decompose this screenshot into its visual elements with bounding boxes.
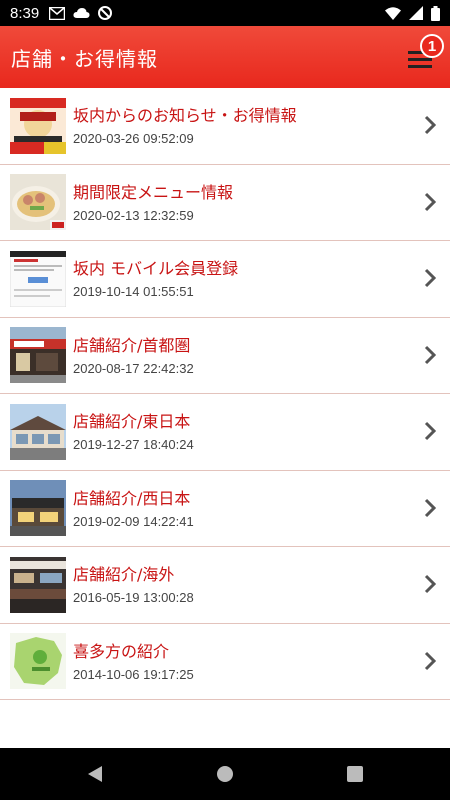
status-bar: 8:39 (0, 0, 450, 26)
chevron-right-icon (424, 268, 436, 288)
chevron-right-icon (424, 651, 436, 670)
item-title: 坂内からのお知らせ・お得情報 (73, 106, 297, 126)
item-date: 2020-02-13 12:32:59 (73, 207, 194, 223)
list-item[interactable]: 期間限定メニュー情報 2020-02-13 12:32:59 (0, 165, 450, 241)
info-list: 坂内からのお知らせ・お得情報 2020-03-26 09:52:09 期間限定メ… (0, 88, 450, 700)
list-item[interactable]: 坂内 モバイル会員登録 2019-10-14 01:55:51 (0, 241, 450, 318)
gmail-icon (49, 6, 66, 20)
chevron-right-icon (424, 115, 436, 135)
cloud-icon (73, 8, 90, 18)
list-item[interactable]: 店舗紹介/首都圏 2020-08-17 22:42:32 (0, 318, 450, 394)
recents-icon[interactable] (347, 766, 363, 782)
app-bar: 店舗・お得情報 1 (0, 26, 450, 88)
status-time: 8:39 (10, 4, 40, 22)
page-title: 店舗・お得情報 (11, 46, 158, 71)
item-title: 喜多方の紹介 (73, 641, 170, 661)
item-title: 店舗紹介/東日本 (73, 412, 191, 432)
item-title: 期間限定メニュー情報 (73, 182, 234, 202)
shop-building-thumbnail (10, 403, 66, 460)
shop-front-thumbnail (10, 327, 66, 384)
chevron-right-icon (424, 192, 436, 211)
restaurant-interior-thumbnail (10, 556, 66, 613)
back-icon[interactable] (87, 765, 103, 783)
signal-icon (409, 6, 423, 20)
list-item[interactable]: 喜多方の紹介 2014-10-06 19:17:25 (0, 624, 450, 700)
item-date: 2019-10-14 01:55:51 (73, 284, 194, 300)
list-item[interactable]: 店舗紹介/海外 2016-05-19 13:00:28 (0, 547, 450, 624)
wifi-icon (385, 6, 401, 20)
item-date: 2020-03-26 09:52:09 (73, 131, 194, 147)
list-item[interactable]: 店舗紹介/東日本 2019-12-27 18:40:24 (0, 394, 450, 471)
item-date: 2014-10-06 19:17:25 (73, 666, 194, 682)
system-navigation-bar (0, 748, 450, 800)
notification-badge: 1 (420, 34, 444, 58)
item-title: 坂内 モバイル会員登録 (73, 259, 239, 279)
chevron-right-icon (424, 498, 436, 517)
ramen-bowl-thumbnail (10, 174, 66, 231)
shop-night-thumbnail (10, 480, 66, 537)
home-icon[interactable] (216, 765, 234, 783)
item-title: 店舗紹介/西日本 (73, 488, 191, 508)
item-date: 2019-12-27 18:40:24 (73, 437, 194, 453)
list-item[interactable]: 店舗紹介/西日本 2019-02-09 14:22:41 (0, 471, 450, 547)
chevron-right-icon (424, 345, 436, 364)
webpage-thumbnail (10, 250, 66, 307)
item-date: 2016-05-19 13:00:28 (73, 590, 194, 606)
item-title: 店舗紹介/首都圏 (73, 335, 191, 355)
battery-icon (431, 5, 440, 21)
item-date: 2019-02-09 14:22:41 (73, 513, 194, 529)
chevron-right-icon (424, 574, 436, 594)
dnd-icon (98, 6, 113, 20)
list-item[interactable]: 坂内からのお知らせ・お得情報 2020-03-26 09:52:09 (0, 88, 450, 165)
item-title: 店舗紹介/海外 (73, 565, 175, 585)
chevron-right-icon (424, 421, 436, 441)
promo-flyer-thumbnail (10, 97, 66, 154)
map-thumbnail (10, 633, 66, 690)
item-date: 2020-08-17 22:42:32 (73, 360, 194, 376)
